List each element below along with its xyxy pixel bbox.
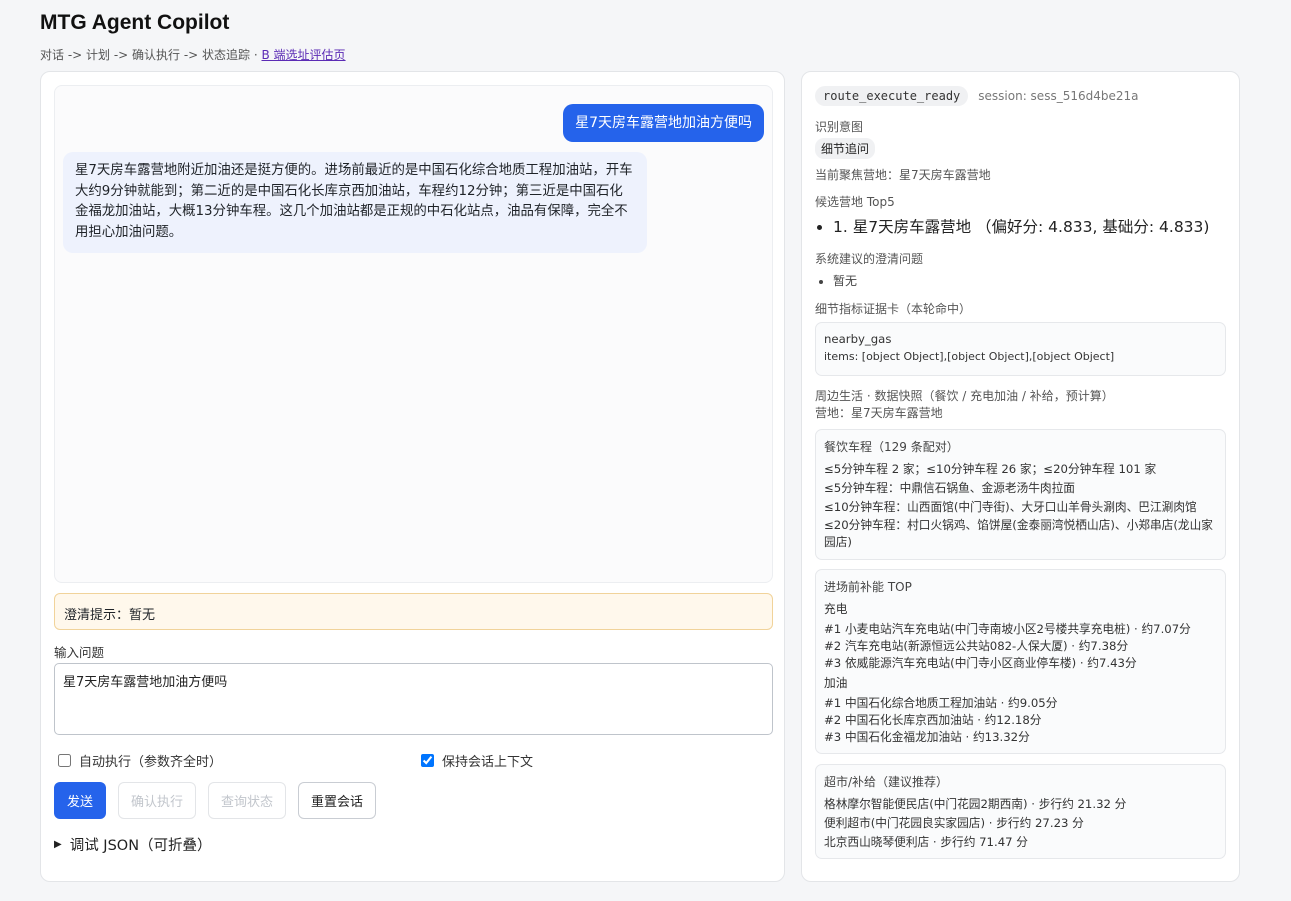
app-header: MTG Agent Copilot 对话 -> 计划 -> 确认执行 -> 状态…: [40, 10, 346, 63]
user-message: 星7天房车露营地加油方便吗: [563, 104, 764, 142]
dining-line: ≤5分钟车程 2 家；≤10分钟车程 26 家；≤20分钟车程 101 家: [824, 462, 1157, 476]
clarify-hint: 澄清提示：暂无: [54, 593, 773, 630]
breadcrumb: 对话 -> 计划 -> 确认执行 -> 状态追踪 · B 端选址评估页: [40, 46, 346, 63]
question-input[interactable]: 星7天房车露营地加油方便吗: [54, 663, 773, 735]
input-label: 输入问题: [54, 645, 105, 660]
supermarket-title: 超市/补给（建议推荐）: [824, 775, 949, 789]
gas-label: 加油: [824, 676, 848, 690]
charge-item: #3 依威能源汽车充电站(中门寺小区商业停车楼) · 约7.43分: [824, 656, 1137, 670]
suggested-clarify-item: 暂无: [833, 272, 1226, 289]
assistant-message: 星7天房车露营地附近加油还是挺方便的。进场前最近的是中国石化综合地质工程加油站，…: [63, 152, 647, 253]
keep-context-label: 保持会话上下文: [442, 755, 534, 770]
send-button[interactable]: 发送: [54, 782, 106, 819]
expand-triangle-icon: ▶: [54, 839, 62, 850]
supermarket-item: 格林摩尔智能便民店(中门花园2期西南) · 步行约 21.32 分: [824, 797, 1127, 811]
intent-tag: 细节追问: [815, 138, 876, 159]
focus-camp: 当前聚焦营地：星7天房车露营地: [815, 168, 991, 182]
query-status-button[interactable]: 查询状态: [208, 782, 286, 819]
charge-item: #2 汽车充电站(新源恒远公共站082-人保大厦) · 约7.38分: [824, 639, 1129, 653]
breadcrumb-steps: 对话 -> 计划 -> 确认执行 -> 状态追踪 ·: [40, 48, 262, 62]
intent-label: 识别意图: [815, 120, 864, 134]
snapshot-label: 周边生活 · 数据快照（餐饮 / 充电加油 / 补给，预计算）: [815, 389, 1114, 403]
keep-context-checkbox[interactable]: [421, 754, 434, 767]
auto-execute-checkbox[interactable]: [58, 754, 71, 767]
dining-line: ≤20分钟车程：村口火锅鸡、馅饼屋(金泰丽湾悦栖山店)、小郑串店(龙山家园店): [824, 518, 1213, 549]
b-side-eval-link[interactable]: B 端选址评估页: [262, 48, 346, 62]
candidates-list: 1. 星7天房车露营地 （偏好分: 4.833, 基础分: 4.833): [815, 215, 1226, 237]
auto-execute-label: 自动执行（参数齐全时）: [79, 755, 223, 770]
keep-context-option[interactable]: 保持会话上下文: [418, 751, 533, 770]
charge-item: #1 小麦电站汽车充电站(中门寺南坡小区2号楼共享充电桩) · 约7.07分: [824, 622, 1191, 636]
debug-json-toggle[interactable]: ▶ 调试 JSON（可折叠）: [54, 834, 212, 855]
candidates-label: 候选营地 Top5: [815, 195, 895, 209]
evidence-items: items: [object Object],[object Object],[…: [824, 350, 1115, 363]
dining-line: ≤5分钟车程：中鼎信石锅鱼、金源老汤牛肉拉面: [824, 481, 1075, 495]
charge-label: 充电: [824, 602, 848, 616]
app-title: MTG Agent Copilot: [40, 11, 230, 34]
energy-card: 进场前补能 TOP 充电 #1 小麦电站汽车充电站(中门寺南坡小区2号楼共享充电…: [815, 569, 1226, 754]
evidence-label: 细节指标证据卡（本轮命中）: [815, 302, 972, 316]
status-row: route_execute_ready session: sess_516d4be…: [815, 85, 1226, 106]
energy-title: 进场前补能 TOP: [824, 580, 912, 594]
reset-session-button[interactable]: 重置会话: [298, 782, 376, 819]
dining-card: 餐饮车程（129 条配对） ≤5分钟车程 2 家；≤10分钟车程 26 家；≤2…: [815, 429, 1226, 560]
chat-history[interactable]: 星7天房车露营地加油方便吗 星7天房车露营地附近加油还是挺方便的。进场前最近的是…: [54, 85, 773, 583]
suggested-clarify-label: 系统建议的澄清问题: [815, 252, 924, 266]
supermarket-card: 超市/补给（建议推荐） 格林摩尔智能便民店(中门花园2期西南) · 步行约 21…: [815, 764, 1226, 859]
snapshot-header: 周边生活 · 数据快照（餐饮 / 充电加油 / 补给，预计算） 营地：星7天房车…: [815, 388, 1226, 422]
dining-line: ≤10分钟车程：山西面馆(中门寺街)、大牙口山羊骨头涮肉、巴江涮肉馆: [824, 500, 1197, 514]
debug-json-label: 调试 JSON（可折叠）: [69, 838, 212, 854]
status-panel: route_execute_ready session: sess_516d4be…: [801, 71, 1240, 882]
suggested-clarify-list: 暂无: [815, 272, 1226, 289]
status-badge: route_execute_ready: [815, 86, 969, 106]
evidence-key: nearby_gas: [824, 332, 892, 346]
dining-title: 餐饮车程（129 条配对）: [824, 440, 959, 454]
candidate-item: 1. 星7天房车露营地 （偏好分: 4.833, 基础分: 4.833): [833, 215, 1226, 237]
snapshot-camp: 营地：星7天房车露营地: [815, 406, 943, 420]
auto-execute-option[interactable]: 自动执行（参数齐全时）: [55, 751, 222, 770]
chat-panel: 星7天房车露营地加油方便吗 星7天房车露营地附近加油还是挺方便的。进场前最近的是…: [40, 71, 785, 882]
supermarket-item: 便利超市(中门花园良实家园店) · 步行约 27.23 分: [824, 816, 1084, 830]
gas-item: #1 中国石化综合地质工程加油站 · 约9.05分: [824, 696, 1058, 710]
session-id: session: sess_516d4be21a: [978, 89, 1139, 103]
confirm-execute-button[interactable]: 确认执行: [118, 782, 196, 819]
supermarket-item: 北京西山晓琴便利店 · 步行约 71.47 分: [824, 835, 1028, 849]
gas-item: #3 中国石化金福龙加油站 · 约13.32分: [824, 730, 1030, 744]
evidence-card: nearby_gas items: [object Object],[objec…: [815, 322, 1226, 376]
gas-item: #2 中国石化长库京西加油站 · 约12.18分: [824, 713, 1042, 727]
